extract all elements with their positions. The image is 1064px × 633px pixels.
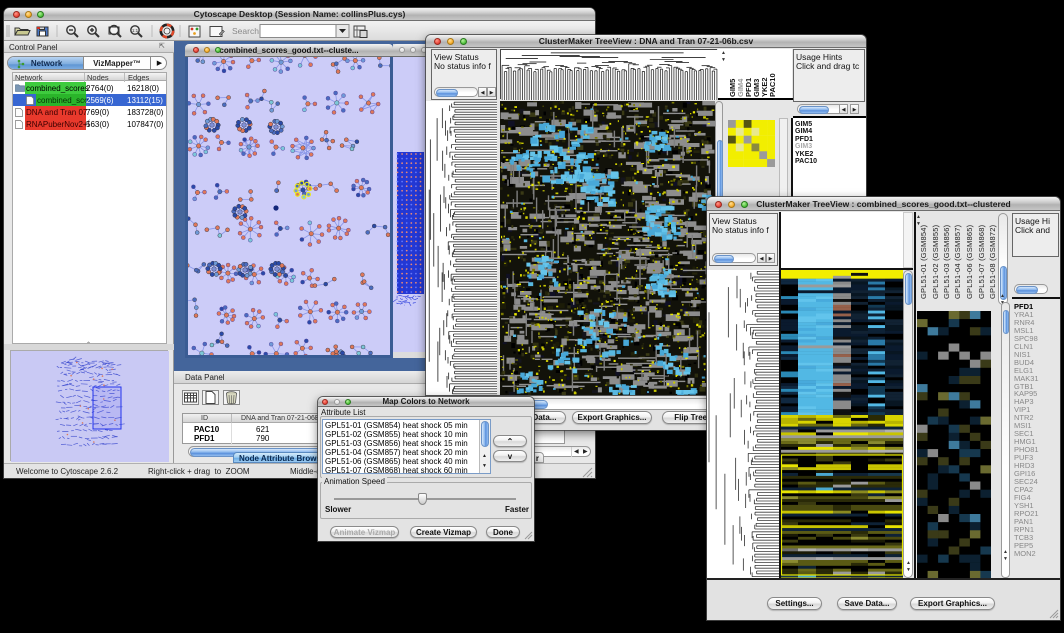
svg-text:Search:: Search: <box>232 26 261 36</box>
svg-text:1:1: 1:1 <box>132 28 139 33</box>
